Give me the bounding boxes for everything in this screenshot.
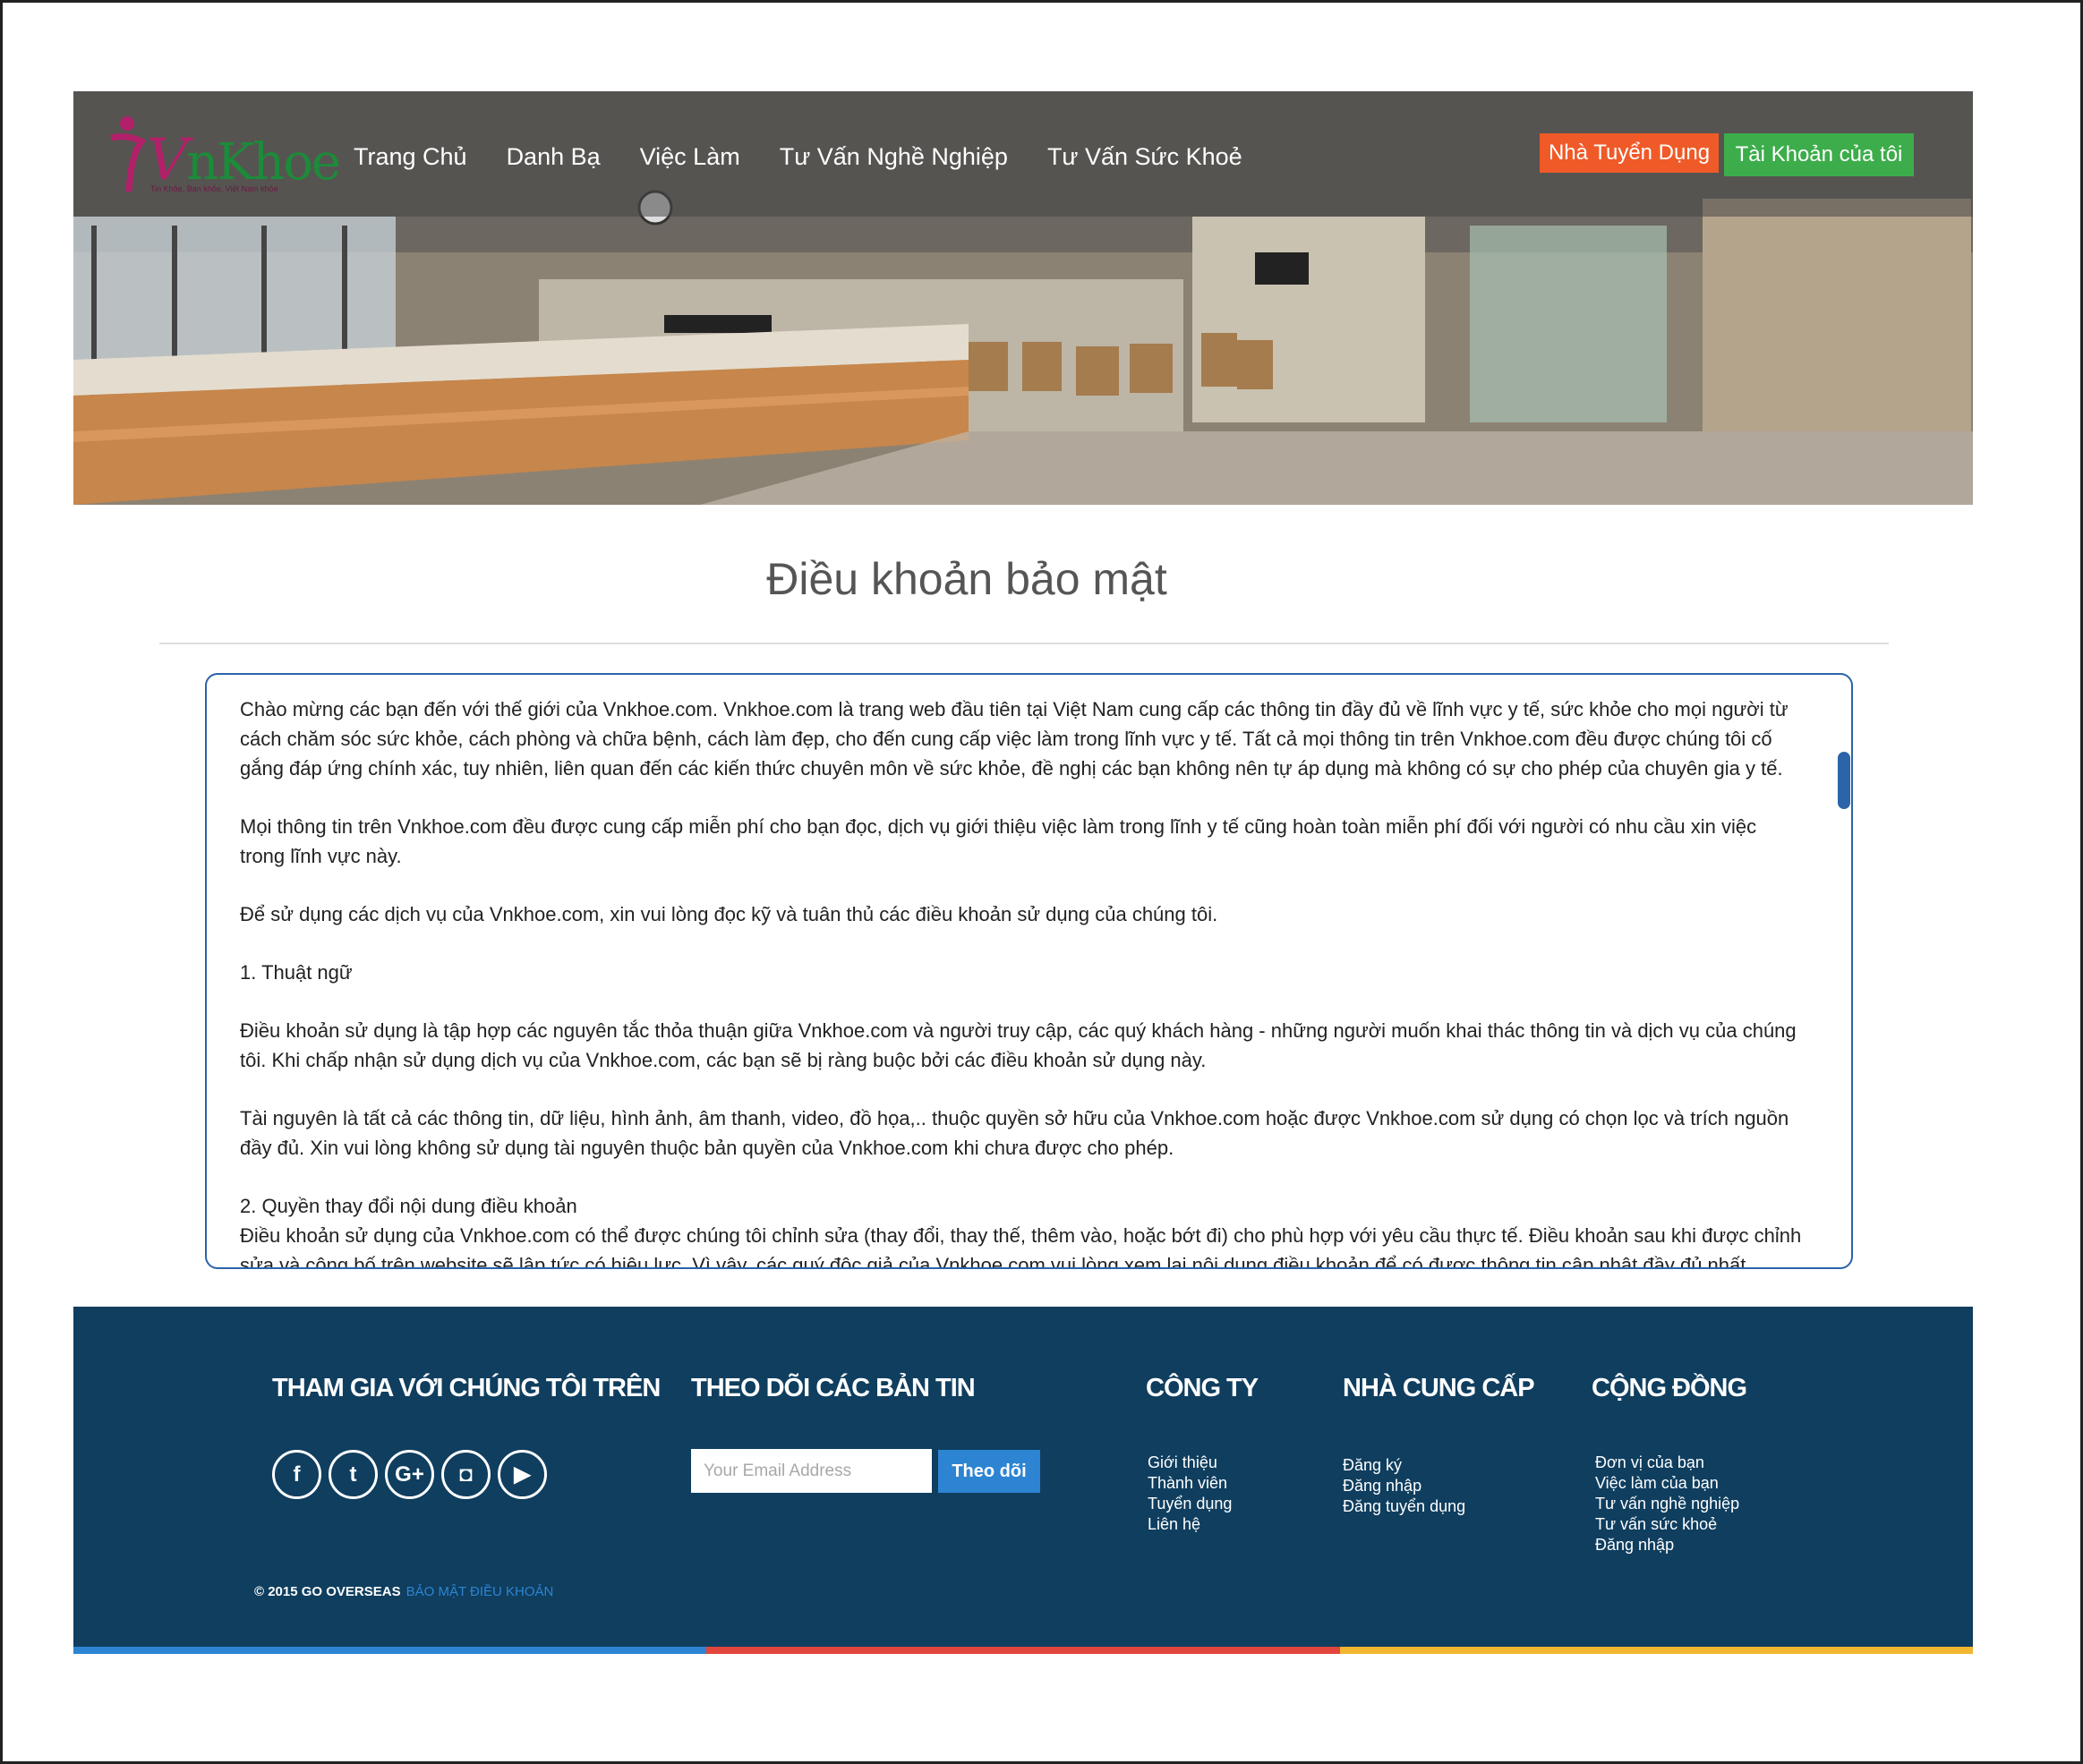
logo-tagline: Tin Khỏe, Bạn khỏe, Việt Nam khỏe: [150, 184, 278, 193]
community-heading: CỘNG ĐỒNG: [1592, 1374, 1747, 1402]
resources-definition-paragraph: Tài nguyên là tất cả các thông tin, dữ l…: [240, 1107, 1789, 1159]
footer-link-dang-nhap-community[interactable]: Đăng nhập: [1595, 1535, 1739, 1555]
newsletter-email-input[interactable]: [691, 1449, 932, 1493]
nav-item-tu-van-nghe-nghiep[interactable]: Tư Vấn Nghề Nghiệp: [780, 143, 1008, 171]
logo-text: VnKhoe: [147, 127, 341, 193]
page-title: Điều khoản bảo mật: [766, 554, 1167, 604]
stripe-red: [706, 1647, 1340, 1654]
site-footer: THAM GIA VỚI CHÚNG TÔI TRÊN f t G+ ◘ ▶ T…: [73, 1307, 1973, 1652]
youtube-icon[interactable]: ▶: [498, 1450, 547, 1499]
hero-banner: VnKhoe Tin Khỏe, Bạn khỏe, Việt Nam khỏe…: [73, 91, 1973, 505]
community-links: Đơn vị của bạn Việc làm của bạn Tư vấn n…: [1595, 1453, 1739, 1555]
footer-link-tu-van-suc-khoe[interactable]: Tư vấn sức khoẻ: [1595, 1514, 1739, 1535]
twitter-icon[interactable]: t: [329, 1450, 378, 1499]
copyright-text: © 2015 GO OVERSEAS: [254, 1584, 401, 1599]
terms-free-paragraph: Mọi thông tin trên Vnkhoe.com đều được c…: [240, 815, 1757, 867]
google-plus-icon[interactable]: G+: [385, 1450, 434, 1499]
stripe-blue: [73, 1647, 707, 1654]
social-icons: f t G+ ◘ ▶: [272, 1450, 547, 1499]
logo-text-rest: nKhoe: [186, 133, 341, 192]
section-heading-terminology: 1. Thuật ngữ: [240, 961, 353, 984]
footer-color-stripe: [73, 1647, 1973, 1654]
social-heading: THAM GIA VỚI CHÚNG TÔI TRÊN: [272, 1374, 661, 1402]
company-heading: CÔNG TY: [1146, 1374, 1259, 1402]
footer-link-viec-lam-cua-ban[interactable]: Việc làm của bạn: [1595, 1473, 1739, 1494]
my-account-button[interactable]: Tài Khoản của tôi: [1724, 133, 1914, 176]
company-links: Giới thiệu Thành viên Tuyển dụng Liên hệ: [1148, 1453, 1232, 1535]
footer-link-don-vi[interactable]: Đơn vị của bạn: [1595, 1453, 1739, 1473]
terms-definition-paragraph: Điều khoản sử dụng là tập hợp các nguyên…: [240, 1019, 1797, 1071]
employer-button[interactable]: Nhà Tuyển Dụng: [1540, 133, 1719, 173]
terms-scroll-box[interactable]: Chào mừng các bạn đến với thế giới của V…: [205, 673, 1853, 1269]
copyright-line: © 2015 GO OVERSEAS BẢO MẬT ĐIỀU KHOẢN: [254, 1584, 553, 1599]
facebook-icon[interactable]: f: [272, 1450, 321, 1499]
section-heading-changes: 2. Quyền thay đổi nội dung điều khoản: [240, 1195, 577, 1217]
instagram-icon[interactable]: ◘: [441, 1450, 491, 1499]
footer-link-tu-van-nghe-nghiep[interactable]: Tư vấn nghề nghiệp: [1595, 1494, 1739, 1514]
vnkhoe-logo[interactable]: VnKhoe Tin Khỏe, Bạn khỏe, Việt Nam khỏe: [106, 111, 341, 200]
legal-links[interactable]: BẢO MẬT ĐIỀU KHOẢN: [406, 1584, 554, 1599]
nav-item-tu-van-suc-khoe[interactable]: Tư Vấn Sức Khoẻ: [1047, 143, 1242, 171]
supplier-heading: NHÀ CUNG CẤP: [1343, 1374, 1535, 1402]
footer-link-dang-tuyen-dung[interactable]: Đăng tuyển dụng: [1343, 1496, 1465, 1517]
newsletter-heading: THEO DÕI CÁC BẢN TIN: [691, 1374, 976, 1402]
nav-item-viec-lam[interactable]: Việc Làm: [640, 143, 740, 171]
stripe-yellow: [1339, 1647, 1973, 1654]
supplier-links: Đăng ký Đăng nhập Đăng tuyển dụng: [1343, 1455, 1465, 1517]
terms-intro-paragraph: Chào mừng các bạn đến với thế giới của V…: [240, 698, 1788, 780]
title-divider: [159, 643, 1889, 644]
footer-link-thanh-vien[interactable]: Thành viên: [1148, 1473, 1232, 1494]
footer-link-tuyen-dung[interactable]: Tuyển dụng: [1148, 1494, 1232, 1514]
terms-content: Chào mừng các bạn đến với thế giới của V…: [240, 695, 1806, 1269]
terms-usage-paragraph: Để sử dụng các dịch vụ của Vnkhoe.com, x…: [240, 903, 1218, 925]
logo-figure-icon: [110, 116, 147, 192]
terms-changes-paragraph: Điều khoản sử dụng của Vnkhoe.com có thể…: [240, 1224, 1802, 1269]
footer-link-lien-he[interactable]: Liên hệ: [1148, 1514, 1232, 1535]
nav-item-danh-ba[interactable]: Danh Bạ: [507, 143, 601, 171]
nav-item-trang-chu[interactable]: Trang Chủ: [354, 143, 467, 171]
footer-link-dang-nhap-supplier[interactable]: Đăng nhập: [1343, 1476, 1465, 1496]
subscribe-button[interactable]: Theo dõi: [938, 1450, 1040, 1493]
scrollbar-thumb[interactable]: [1838, 752, 1850, 809]
main-nav: Trang Chủ Danh Bạ Việc Làm Tư Vấn Nghề N…: [354, 143, 1282, 171]
footer-link-dang-ky[interactable]: Đăng ký: [1343, 1455, 1465, 1476]
footer-link-gioi-thieu[interactable]: Giới thiệu: [1148, 1453, 1232, 1473]
top-navbar: VnKhoe Tin Khỏe, Bạn khỏe, Việt Nam khỏe…: [73, 91, 1973, 217]
